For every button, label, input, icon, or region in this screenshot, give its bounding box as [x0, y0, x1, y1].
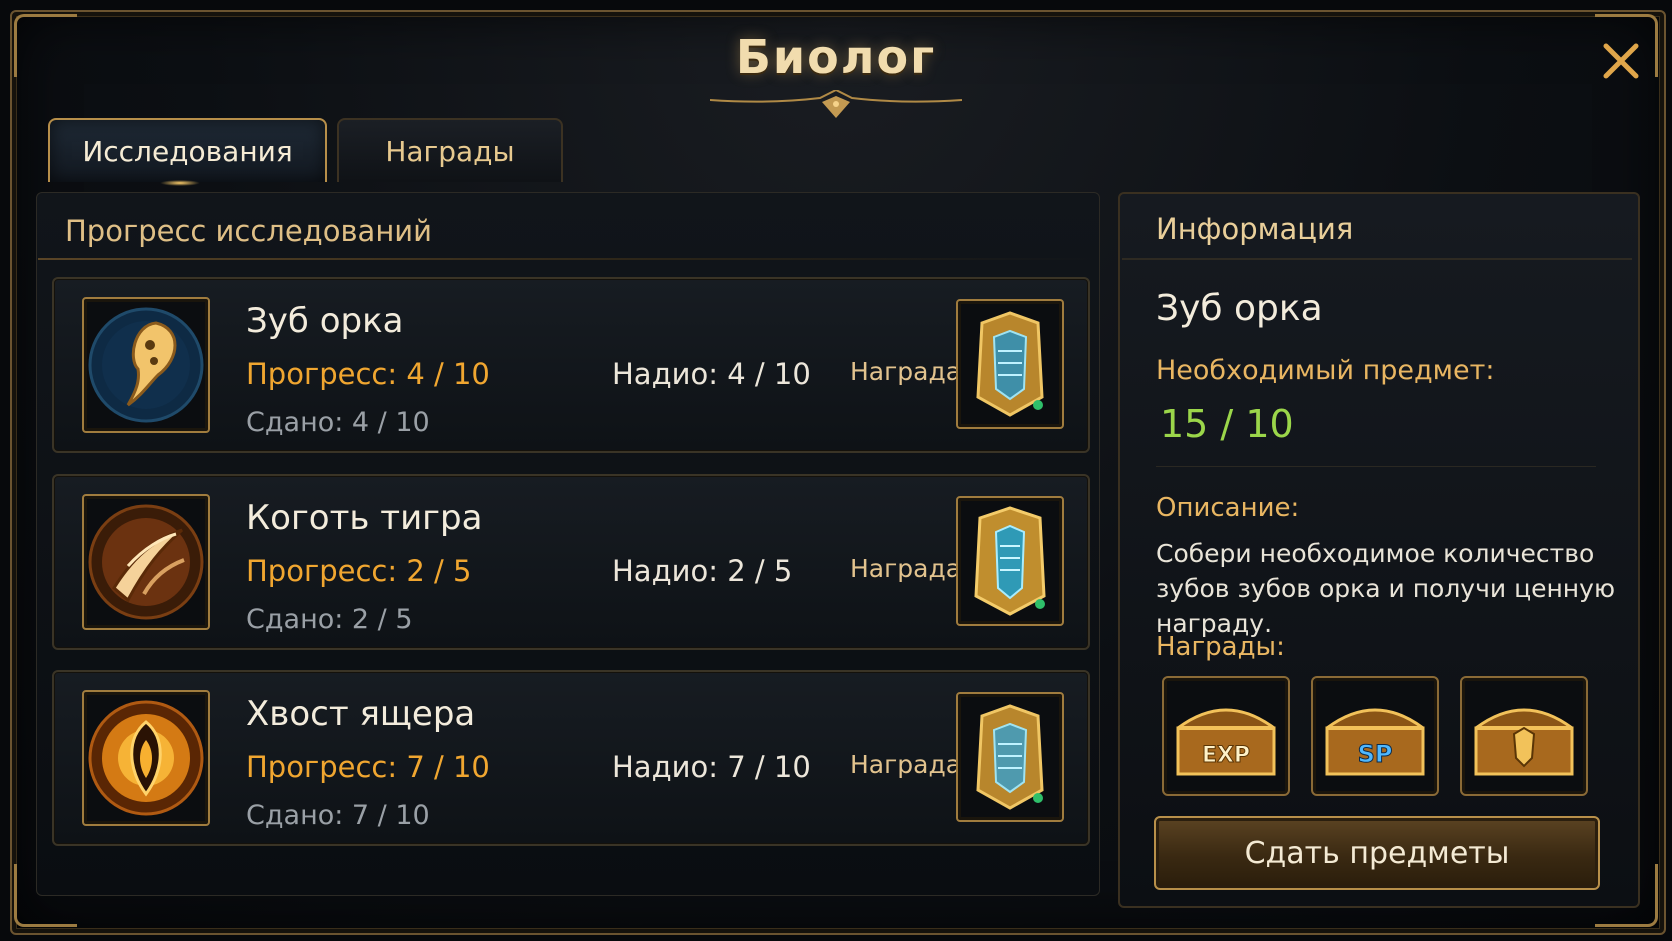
research-progress: Прогресс: 7 / 10 [246, 750, 490, 784]
close-icon[interactable] [1598, 38, 1644, 84]
research-name: Хвост ящера [246, 694, 476, 734]
research-given: Сдано: 2 / 5 [246, 604, 413, 635]
research-have: Надио: 7 / 10 [612, 750, 811, 784]
tiger-claw-icon [82, 494, 210, 630]
required-item-label: Необходимый предмет: [1156, 355, 1495, 386]
research-row-orc-tooth[interactable]: Зуб орка Прогресс: 4 / 10 Сдано: 4 / 10 … [52, 277, 1090, 453]
research-progress: Прогресс: 2 / 5 [246, 554, 472, 588]
description-text: Собери необходимое количество зубов зубо… [1156, 539, 1615, 638]
exp-chest-icon[interactable]: EXP [1162, 676, 1290, 796]
chest-text: EXP [1202, 743, 1250, 768]
submit-items-button[interactable]: Сдать предметы [1154, 816, 1600, 890]
info-item-name: Зуб орка [1156, 288, 1323, 329]
reward-label: Награда [850, 554, 962, 583]
tab-research[interactable]: Исследования [48, 118, 327, 186]
research-row-tiger-claw[interactable]: Коготь тигра Прогресс: 2 / 5 Сдано: 2 / … [52, 474, 1090, 650]
research-name: Зуб орка [246, 301, 404, 341]
research-name: Коготь тигра [246, 498, 483, 538]
rewards-label: Награды: [1156, 632, 1285, 662]
tab-rewards[interactable]: Награды [337, 118, 563, 182]
reward-label: Награда [850, 357, 962, 386]
title-ornament-icon [710, 90, 962, 118]
research-have: Надио: 2 / 5 [612, 554, 793, 588]
research-given: Сдано: 4 / 10 [246, 407, 430, 438]
research-row-lizard-tail[interactable]: Хвост ящера Прогресс: 7 / 10 Сдано: 7 / … [52, 670, 1090, 846]
lizard-tail-icon [82, 690, 210, 826]
description-label: Описание: [1156, 493, 1300, 523]
chest-text: SP [1358, 740, 1393, 768]
research-progress: Прогресс: 4 / 10 [246, 357, 490, 391]
section-divider [38, 258, 1093, 260]
research-have: Надио: 4 / 10 [612, 357, 811, 391]
required-item-count: 15 / 10 [1160, 402, 1294, 446]
info-panel-title: Информация [1156, 212, 1354, 246]
window-title: Биолог [735, 30, 937, 84]
research-given: Сдано: 7 / 10 [246, 800, 430, 831]
gold-chest-icon[interactable] [1460, 676, 1588, 796]
section-title: Прогресс исследований [65, 214, 432, 248]
armor-reward-icon[interactable] [956, 692, 1064, 822]
info-divider [1122, 258, 1632, 260]
sp-chest-icon[interactable]: SP [1311, 676, 1439, 796]
reward-label: Награда [850, 750, 962, 779]
orc-tooth-icon [82, 297, 210, 433]
armor-reward-icon[interactable] [956, 299, 1064, 429]
armor-reward-icon[interactable] [956, 496, 1064, 626]
info-divider [1156, 466, 1596, 467]
